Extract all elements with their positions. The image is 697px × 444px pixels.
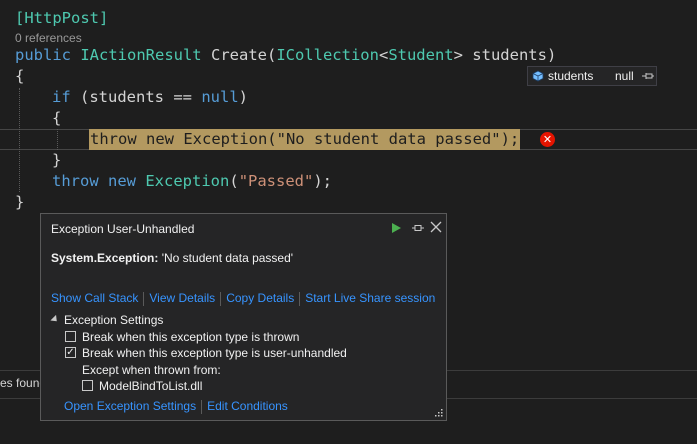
live-share-link[interactable]: Start Live Share session bbox=[305, 291, 435, 305]
collapse-arrow-icon bbox=[50, 315, 60, 325]
code-line-inner-close: } bbox=[52, 151, 62, 169]
exception-settings-toggle[interactable]: Exception Settings bbox=[50, 313, 164, 327]
view-details-link[interactable]: View Details bbox=[149, 291, 215, 305]
checkbox-checked[interactable]: ✓ bbox=[65, 347, 76, 359]
kw-if: if bbox=[52, 88, 71, 106]
exception-message: System.Exception: 'No student data passe… bbox=[51, 251, 293, 265]
option-label: Break when this exception type is thrown bbox=[82, 330, 300, 344]
code-line-throw-passed: throw new Exception("Passed"); bbox=[52, 171, 332, 192]
except-label: Except when thrown from: bbox=[82, 363, 221, 377]
exception-helper-popup: Exception User-Unhandled System.Exceptio… bbox=[40, 213, 447, 421]
copy-details-link[interactable]: Copy Details bbox=[226, 291, 294, 305]
module-label: ModelBindToList.dll bbox=[99, 379, 203, 393]
edit-conditions-link[interactable]: Edit Conditions bbox=[207, 399, 288, 413]
continue-icon[interactable] bbox=[390, 222, 402, 234]
type-icollection: ICollection bbox=[276, 46, 379, 64]
link-divider bbox=[299, 291, 301, 306]
variable-icon bbox=[532, 70, 544, 82]
action-links: Show Call Stack View Details Copy Details S… bbox=[51, 291, 435, 306]
kw-new: new bbox=[98, 172, 146, 190]
code-line-if: if (students == null) bbox=[52, 87, 248, 108]
datatip-students[interactable]: students null bbox=[527, 66, 657, 86]
pin-icon[interactable] bbox=[411, 221, 425, 235]
kw-throw: throw bbox=[52, 172, 99, 190]
code-line-close-brace: } bbox=[15, 193, 25, 211]
link-divider bbox=[220, 291, 222, 306]
code-line-attribute: [HttpPost] bbox=[15, 8, 108, 29]
option-break-thrown[interactable]: Break when this exception type is thrown bbox=[65, 330, 299, 346]
if-cond-close: ) bbox=[238, 88, 248, 106]
exception-text: 'No student data passed' bbox=[161, 251, 294, 265]
settings-links: Open Exception Settings Edit Conditions bbox=[64, 399, 288, 414]
signature-rest: > students) bbox=[453, 46, 557, 64]
link-divider bbox=[201, 399, 203, 414]
codelens-references[interactable]: 0 references bbox=[15, 31, 82, 45]
paren-open: ( bbox=[229, 172, 239, 190]
type-iactionresult: IActionResult bbox=[80, 46, 202, 64]
link-divider bbox=[143, 291, 145, 306]
type-student: Student bbox=[388, 46, 454, 64]
open-exception-settings-link[interactable]: Open Exception Settings bbox=[64, 399, 196, 413]
option-label: Break when this exception type is user-u… bbox=[82, 346, 347, 360]
datatip-value: null bbox=[615, 69, 634, 83]
show-call-stack-link[interactable]: Show Call Stack bbox=[51, 291, 138, 305]
datatip-name: students bbox=[548, 69, 594, 83]
pin-icon[interactable] bbox=[641, 68, 655, 84]
error-icon[interactable]: ✕ bbox=[540, 132, 555, 147]
exception-type: System.Exception: bbox=[51, 251, 159, 265]
method-name: Create( bbox=[201, 46, 277, 64]
close-icon[interactable] bbox=[430, 221, 442, 233]
checkbox-unchecked[interactable] bbox=[82, 380, 93, 392]
paren-close: ); bbox=[313, 172, 333, 190]
highlighted-statement[interactable]: throw new Exception("No student data pas… bbox=[89, 129, 521, 150]
code-line-signature: public IActionResult Create(ICollection<… bbox=[15, 45, 556, 66]
type-exception: Exception bbox=[145, 172, 230, 190]
resize-grip-icon[interactable] bbox=[434, 408, 443, 417]
checkbox-unchecked[interactable] bbox=[65, 331, 76, 343]
exception-settings-label: Exception Settings bbox=[64, 313, 164, 327]
option-break-unhandled[interactable]: ✓ Break when this exception type is user-… bbox=[65, 346, 347, 362]
string-passed: "Passed" bbox=[238, 172, 314, 190]
attribute-text: [HttpPost] bbox=[15, 9, 109, 27]
code-line-inner-open: { bbox=[52, 109, 62, 127]
if-cond-open: (students == bbox=[70, 88, 202, 106]
generic-open: < bbox=[378, 46, 389, 64]
kw-public: public bbox=[15, 46, 81, 64]
indent-guide bbox=[57, 129, 58, 150]
indent-guide bbox=[19, 88, 20, 192]
code-line-open-brace: { bbox=[15, 67, 25, 85]
popup-title: Exception User-Unhandled bbox=[51, 222, 195, 236]
option-module[interactable]: ModelBindToList.dll bbox=[82, 379, 202, 395]
kw-null: null bbox=[201, 88, 239, 106]
